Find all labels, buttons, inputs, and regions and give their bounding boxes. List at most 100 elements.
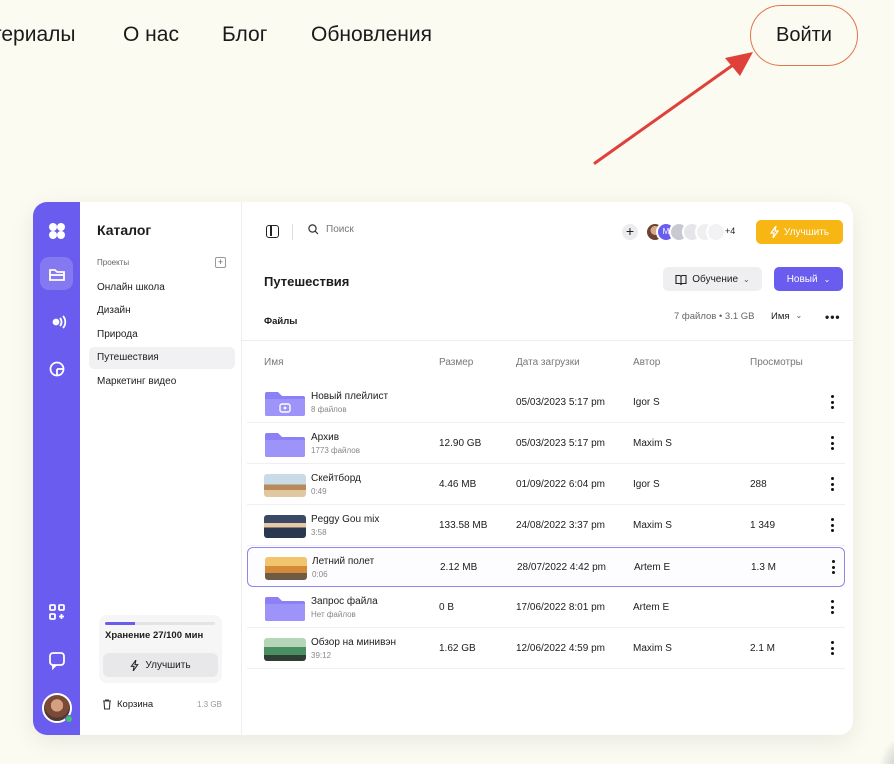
file-size: 4.46 MB (439, 479, 477, 490)
sidebar-title: Каталог (97, 222, 152, 238)
chevron-down-icon: ⌄ (823, 274, 831, 284)
table-row[interactable]: Архив 1773 файлов 12.90 GB 05/03/2023 5:17 … (247, 424, 845, 464)
trash-link[interactable]: Корзина (102, 699, 153, 710)
column-header-author[interactable]: Автор (633, 357, 660, 368)
column-header-name[interactable]: Имя (264, 357, 283, 368)
file-name: Обзор на минивэн (311, 637, 397, 648)
file-views: 1 349 (750, 520, 776, 531)
file-subtitle: 8 файлов (311, 405, 347, 414)
file-name: Peggy Gou mix (311, 514, 380, 525)
row-menu-icon[interactable] (831, 641, 835, 657)
main-panel: Поиск + M +4 Улучшить Путешествия Обучен… (242, 202, 853, 735)
file-name: Скейтборд (311, 473, 361, 484)
bolt-icon (130, 659, 140, 671)
file-name: Запрос файла (311, 596, 378, 607)
file-author: Igor S (633, 397, 660, 408)
icon-rail (33, 202, 80, 735)
more-options-icon[interactable]: ••• (825, 310, 841, 324)
row-menu-icon[interactable] (831, 518, 835, 534)
file-subtitle: 3:58 (311, 528, 327, 537)
sidebar-item-video-marketing[interactable]: Маркетинг видео (89, 371, 235, 393)
folder-icon (265, 433, 305, 457)
files-label: Файлы (264, 316, 298, 327)
new-dropdown-button[interactable]: Новый ⌄ (774, 267, 843, 291)
file-date: 05/03/2023 5:17 pm (516, 438, 605, 449)
new-label: Новый (786, 273, 818, 285)
sidebar-item-nature[interactable]: Природа (89, 324, 235, 346)
table-row[interactable]: Запрос файла Нет файлов 0 B 17/06/2022 8:01… (247, 588, 845, 628)
storage-upgrade-button[interactable]: Улучшить (103, 653, 218, 677)
file-name: Новый плейлист (311, 391, 389, 402)
header-divider (242, 340, 853, 341)
column-header-size[interactable]: Размер (439, 357, 473, 368)
column-header-date[interactable]: Дата загрузки (516, 357, 580, 368)
row-menu-icon[interactable] (831, 395, 835, 411)
catalog-sidebar: Каталог Проекты + Онлайн школа Дизайн Пр… (80, 202, 242, 735)
toolbar-divider (292, 224, 293, 240)
sidebar-item-design[interactable]: Дизайн (89, 300, 235, 322)
table-row[interactable]: Обзор на минивэн 39:12 1.62 GB 12/06/2022 4… (247, 629, 845, 669)
sidebar-item-online-school[interactable]: Онлайн школа (89, 277, 235, 299)
page-corner-shade (878, 730, 894, 764)
file-date: 28/07/2022 4:42 pm (517, 562, 606, 573)
storage-upgrade-label: Улучшить (145, 659, 191, 671)
video-thumbnail (264, 638, 306, 661)
file-subtitle: 39:12 (311, 651, 332, 660)
row-menu-icon[interactable] (832, 560, 836, 576)
folder-icon (265, 597, 305, 621)
file-subtitle: Нет файлов (311, 610, 356, 619)
trash-size: 1.3 GB (197, 700, 222, 709)
upgrade-label: Улучшить (783, 226, 830, 238)
files-count: 7 файлов • 3.1 GB (674, 311, 755, 322)
file-name: Архив (311, 432, 340, 443)
collaborator-avatar[interactable] (706, 222, 726, 242)
file-author: Igor S (633, 479, 660, 490)
chat-icon[interactable] (40, 643, 73, 676)
more-collaborators-count[interactable]: +4 (725, 226, 735, 236)
chevron-down-icon: ⌄ (743, 274, 750, 284)
file-subtitle: 0:49 (311, 487, 327, 496)
page-title: Путешествия (264, 274, 350, 289)
row-menu-icon[interactable] (831, 600, 835, 616)
invite-plus-button[interactable]: + (622, 224, 638, 240)
bolt-icon (769, 226, 780, 238)
nav-link-updates[interactable]: Обновления (311, 23, 432, 47)
table-row[interactable]: Peggy Gou mix 3:58 133.58 MB 24/08/2022 3:3… (247, 506, 845, 546)
table-row[interactable]: Новый плейлист 8 файлов 05/03/2023 5:17 pm… (247, 383, 845, 423)
file-views: 288 (750, 479, 767, 490)
column-header-views[interactable]: Просмотры (750, 357, 803, 368)
row-menu-icon[interactable] (831, 477, 835, 493)
book-icon (675, 274, 687, 285)
video-thumbnail (264, 474, 306, 497)
playlist-folder-icon (265, 392, 305, 416)
apps-icon[interactable] (40, 595, 73, 628)
online-status-dot (65, 715, 73, 723)
file-size: 12.90 GB (439, 438, 482, 449)
search-input[interactable]: Поиск (308, 224, 354, 235)
add-project-icon[interactable]: + (215, 257, 226, 268)
file-size: 0 B (439, 602, 455, 613)
app-window: Каталог Проекты + Онлайн школа Дизайн Пр… (33, 202, 853, 735)
folder-icon[interactable] (40, 257, 73, 290)
sort-dropdown[interactable]: Имя ⌄ (771, 311, 802, 322)
learn-label: Обучение (692, 273, 739, 285)
file-name: Летний полет (312, 556, 375, 567)
logo-icon[interactable] (40, 214, 73, 247)
file-author: Maxim S (633, 438, 672, 449)
table-row[interactable]: Летний полет 0:06 2.12 MB 28/07/2022 4:42 p… (247, 547, 845, 587)
sidebar-toggle-icon[interactable] (266, 225, 279, 238)
upgrade-button[interactable]: Улучшить (756, 220, 843, 244)
row-menu-icon[interactable] (831, 436, 835, 452)
file-author: Maxim S (633, 520, 672, 531)
sidebar-item-travel[interactable]: Путешествия (89, 347, 235, 369)
table-row[interactable]: Скейтборд 0:49 4.46 MB 01/09/2022 6:04 pm Ig… (247, 465, 845, 505)
file-views: 1.3 M (751, 562, 777, 573)
nav-link-about[interactable]: О нас (123, 23, 179, 47)
nav-link-blog[interactable]: Блог (222, 23, 267, 47)
file-author: Artem E (633, 602, 670, 613)
learn-dropdown-button[interactable]: Обучение ⌄ (663, 267, 762, 291)
broadcast-icon[interactable] (40, 305, 73, 338)
nav-link-materials[interactable]: териалы (0, 23, 76, 47)
file-size: 133.58 MB (439, 520, 488, 531)
pie-icon[interactable] (40, 352, 73, 385)
